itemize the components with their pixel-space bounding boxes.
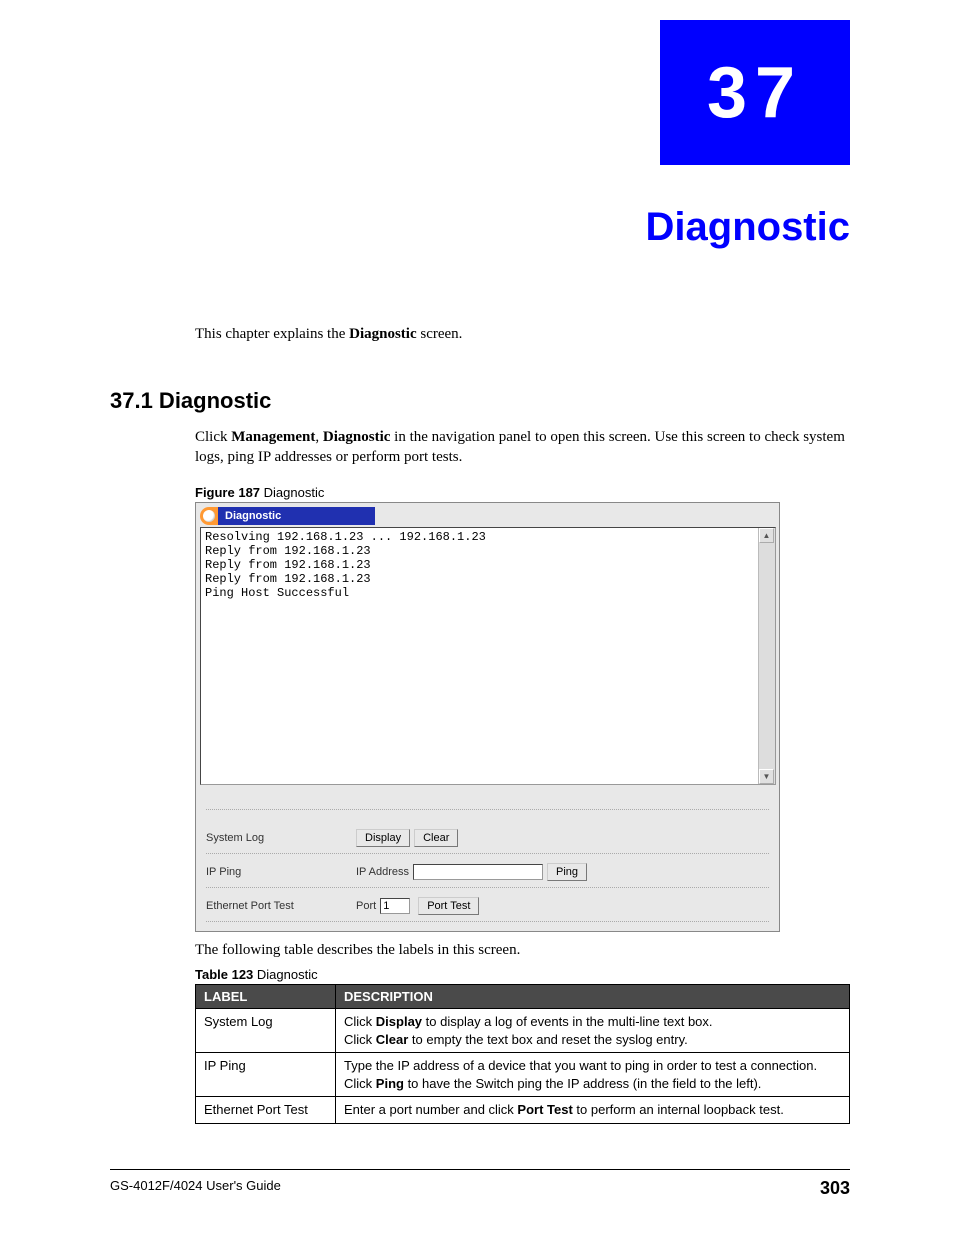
port-test-button[interactable]: Port Test [418,897,479,915]
label-ip-ping: IP Ping [206,866,356,878]
table-header-label: LABEL [196,985,336,1009]
table-cell-description: Click Display to display a log of events… [336,1009,850,1053]
label-ethernet-port-test: Ethernet Port Test [206,900,356,912]
description-table: LABEL DESCRIPTION System LogClick Displa… [195,984,850,1124]
log-textarea-content: Resolving 192.168.1.23 ... 192.168.1.23 … [201,528,758,784]
table-row: System LogClick Display to display a log… [196,1009,850,1053]
intro-bold: Diagnostic [349,326,417,342]
chapter-number: 37 [707,52,803,134]
ip-address-input[interactable] [413,864,543,880]
table-row: Ethernet Port TestEnter a port number an… [196,1097,850,1124]
section-heading: 37.1 Diagnostic [110,388,271,414]
table-caption: Table 123 Diagnostic [195,967,318,982]
divider [206,921,769,922]
scroll-down-icon[interactable]: ▼ [759,769,774,784]
row-ethernet-port-test: Ethernet Port Test Port Port Test [206,891,769,921]
label-system-log: System Log [206,832,356,844]
figure-header-text: Diagnostic [225,510,281,522]
divider [206,809,769,810]
table-cell-label: System Log [196,1009,336,1053]
figure-caption-text: Diagnostic [260,485,324,500]
table-cell-description: Enter a port number and click Port Test … [336,1097,850,1124]
table-cell-label: Ethernet Port Test [196,1097,336,1124]
after-figure-text: The following table describes the labels… [195,942,520,959]
figure-caption: Figure 187 Diagnostic [195,485,324,500]
row-ip-ping: IP Ping IP Address Ping [206,857,769,887]
label-port: Port [356,900,376,912]
table-cell-label: IP Ping [196,1053,336,1097]
row-system-log: System Log Display Clear [206,823,769,853]
footer-guide-name: GS-4012F/4024 User's Guide [110,1178,281,1199]
footer-page-number: 303 [820,1178,850,1199]
scrollbar[interactable]: ▲ ▼ [758,528,775,784]
table-cell-description: Type the IP address of a device that you… [336,1053,850,1097]
table-caption-label: Table 123 [195,967,253,982]
figure-diagnostic: Diagnostic Resolving 192.168.1.23 ... 19… [195,502,780,932]
header-dot-icon [203,510,215,522]
clear-button[interactable]: Clear [414,829,458,847]
chapter-title: Diagnostic [646,205,850,250]
intro-prefix: This chapter explains the [195,326,349,342]
ping-button[interactable]: Ping [547,863,587,881]
table-header-description: DESCRIPTION [336,985,850,1009]
table-caption-text: Diagnostic [253,967,317,982]
intro-suffix: screen. [417,326,463,342]
port-input[interactable] [380,898,410,914]
scroll-up-icon[interactable]: ▲ [759,528,774,543]
section-body: Click Management, Diagnostic in the navi… [195,428,850,467]
table-row: IP PingType the IP address of a device t… [196,1053,850,1097]
display-button[interactable]: Display [356,829,410,847]
figure-header-bar: Diagnostic [200,507,375,525]
divider [206,853,769,854]
figure-caption-label: Figure 187 [195,485,260,500]
label-ip-address: IP Address [356,866,409,878]
chapter-number-box: 37 [660,20,850,165]
intro-text: This chapter explains the Diagnostic scr… [195,326,462,343]
page-footer: GS-4012F/4024 User's Guide 303 [110,1169,850,1199]
log-textarea[interactable]: Resolving 192.168.1.23 ... 192.168.1.23 … [200,527,776,785]
divider [206,887,769,888]
